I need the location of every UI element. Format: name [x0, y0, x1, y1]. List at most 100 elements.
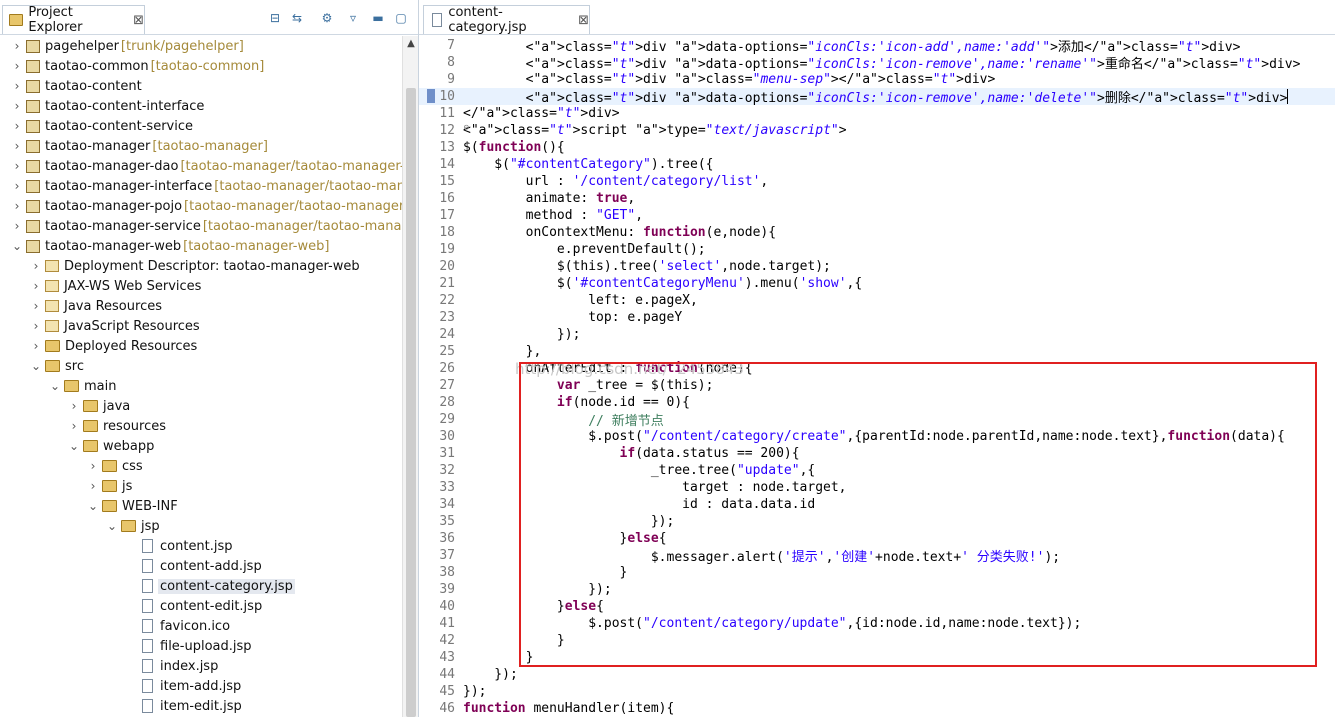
- tree-item[interactable]: ⌄folder WEB-INF: [86, 496, 180, 516]
- code-line[interactable]: 22 left: e.pageX,: [419, 292, 1335, 309]
- scrollbar-thumb[interactable]: [406, 88, 416, 717]
- editor-tab-content-category[interactable]: content-category.jsp ⊠: [423, 5, 590, 35]
- chevron-right-icon[interactable]: ›: [10, 99, 24, 113]
- code-line[interactable]: 30 $.post("/content/category/create",{pa…: [419, 428, 1335, 445]
- code-line[interactable]: 13 $(function(){: [419, 139, 1335, 156]
- chevron-right-icon[interactable]: ›: [10, 199, 24, 213]
- code-line[interactable]: 12 ⊖ <"a">class="t">script "a">type="text/…: [419, 122, 1335, 139]
- close-icon[interactable]: ⊠: [578, 13, 589, 28]
- chevron-right-icon[interactable]: ›: [67, 419, 81, 433]
- tree-item[interactable]: ›folder resources: [67, 416, 168, 436]
- link-with-editor-icon[interactable]: ⇆: [290, 11, 304, 25]
- tree-item[interactable]: ›pkg Java Resources: [29, 296, 164, 316]
- chevron-down-icon[interactable]: ⌄: [10, 239, 24, 253]
- code-line[interactable]: 45});: [419, 683, 1335, 700]
- code-line[interactable]: 20 $(this).tree('select',node.target);: [419, 258, 1335, 275]
- view-menu-icon[interactable]: ▿: [346, 11, 360, 25]
- tree-item[interactable]: ⌄folder main: [48, 376, 118, 396]
- tree-item[interactable]: ›folder Deployed Resources: [29, 336, 199, 356]
- chevron-right-icon[interactable]: ›: [29, 259, 43, 273]
- tree-item[interactable]: ⌄folder webapp: [67, 436, 156, 456]
- chevron-down-icon[interactable]: ⌄: [67, 439, 81, 453]
- tree-item[interactable]: file content-edit.jsp: [124, 596, 264, 616]
- chevron-down-icon[interactable]: ⌄: [105, 519, 119, 533]
- code-line[interactable]: 37 $.messager.alert('提示','创建'+node.text+…: [419, 547, 1335, 565]
- code-line[interactable]: 42 }: [419, 632, 1335, 649]
- tree-item[interactable]: ⌄project taotao-manager-web [taotao-manag…: [10, 236, 329, 256]
- code-line[interactable]: 38 }: [419, 564, 1335, 581]
- project-explorer-tab[interactable]: Project Explorer ⊠: [2, 5, 145, 35]
- code-line[interactable]: 33 target : node.target,: [419, 479, 1335, 496]
- code-line[interactable]: 46 function menuHandler(item){: [419, 700, 1335, 717]
- chevron-right-icon[interactable]: ›: [10, 39, 24, 53]
- code-line[interactable]: 8 <"a">class="t">div "a">data-options="i…: [419, 54, 1335, 72]
- tree-item[interactable]: file content-category.jsp: [124, 576, 295, 596]
- tree-item[interactable]: ›pkg Deployment Descriptor: taotao-manage…: [29, 256, 362, 276]
- tree-item[interactable]: ›project taotao-manager-interface [taotao…: [10, 176, 402, 196]
- code-line[interactable]: 41 $.post("/content/category/update",{id…: [419, 615, 1335, 632]
- code-line[interactable]: 25 },: [419, 343, 1335, 360]
- filters-icon[interactable]: ⚙: [320, 11, 334, 25]
- tree-item[interactable]: ›project taotao-manager-dao [taotao-manag…: [10, 156, 402, 176]
- code-line[interactable]: 21 $('#contentCategoryMenu').menu('show'…: [419, 275, 1335, 292]
- chevron-right-icon[interactable]: ›: [10, 179, 24, 193]
- chevron-down-icon[interactable]: ⌄: [86, 499, 100, 513]
- fold-toggle-icon[interactable]: ⊖: [464, 123, 469, 133]
- tree-item[interactable]: ›pkg JavaScript Resources: [29, 316, 202, 336]
- code-line[interactable]: 16 animate: true,: [419, 190, 1335, 207]
- chevron-right-icon[interactable]: ›: [10, 59, 24, 73]
- chevron-right-icon[interactable]: ›: [10, 219, 24, 233]
- chevron-right-icon[interactable]: ›: [10, 79, 24, 93]
- tree-item[interactable]: ⌄folder src: [29, 356, 86, 376]
- tree-item[interactable]: ›folder js: [86, 476, 134, 496]
- tree-item[interactable]: ›project taotao-manager [taotao-manager]: [10, 136, 268, 156]
- tree-item[interactable]: file item-edit.jsp: [124, 696, 244, 716]
- minimize-icon[interactable]: ▬: [371, 11, 385, 25]
- code-line[interactable]: 44 });: [419, 666, 1335, 683]
- code-line[interactable]: 43 }: [419, 649, 1335, 666]
- tree-item[interactable]: ›project taotao-manager-pojo [taotao-mana…: [10, 196, 402, 216]
- code-line[interactable]: 39 });: [419, 581, 1335, 598]
- scroll-up-icon[interactable]: ▲: [403, 36, 418, 52]
- code-line[interactable]: 29 // 新增节点: [419, 411, 1335, 429]
- close-icon[interactable]: ⊠: [133, 13, 144, 28]
- code-line[interactable]: 7 <"a">class="t">div "a">data-options="i…: [419, 37, 1335, 55]
- code-line[interactable]: 17 method : "GET",: [419, 207, 1335, 224]
- tree-item[interactable]: file index.jsp: [124, 656, 220, 676]
- tree-item[interactable]: ›project taotao-common [taotao-common]: [10, 56, 265, 76]
- code-line[interactable]: 27 var _tree = $(this);: [419, 377, 1335, 394]
- code-line[interactable]: 9 <"a">class="t">div "a">class="menu-sep…: [419, 71, 1335, 88]
- code-editor[interactable]: 7 <"a">class="t">div "a">data-options="i…: [419, 36, 1335, 717]
- code-line[interactable]: 36 }else{: [419, 530, 1335, 547]
- chevron-right-icon[interactable]: ›: [29, 339, 43, 353]
- code-line[interactable]: 24 });: [419, 326, 1335, 343]
- chevron-right-icon[interactable]: ›: [10, 159, 24, 173]
- code-line[interactable]: 32 _tree.tree("update",{: [419, 462, 1335, 479]
- code-line[interactable]: 15 url : '/content/category/list',: [419, 173, 1335, 190]
- tree-item[interactable]: ›project taotao-content-interface: [10, 96, 206, 116]
- code-line[interactable]: 11 </"a">class="t">div>: [419, 105, 1335, 122]
- chevron-right-icon[interactable]: ›: [10, 119, 24, 133]
- tree-item[interactable]: ›project taotao-content: [10, 76, 144, 96]
- tree-item[interactable]: file favicon.ico: [124, 616, 232, 636]
- chevron-right-icon[interactable]: ›: [29, 279, 43, 293]
- tree-item[interactable]: ›project taotao-manager-service [taotao-m…: [10, 216, 402, 236]
- code-line[interactable]: 26 onAfterEdit : function(node){: [419, 360, 1335, 377]
- tree-item[interactable]: file file-upload.jsp: [124, 636, 254, 656]
- code-line[interactable]: 35 });: [419, 513, 1335, 530]
- code-line[interactable]: 14 $("#contentCategory").tree({: [419, 156, 1335, 173]
- code-line[interactable]: 10 <"a">class="t">div "a">data-options="…: [419, 88, 1335, 106]
- chevron-down-icon[interactable]: ⌄: [48, 379, 62, 393]
- tree-item[interactable]: ›project taotao-content-service: [10, 116, 195, 136]
- code-line[interactable]: 31 if(data.status == 200){: [419, 445, 1335, 462]
- chevron-right-icon[interactable]: ›: [86, 479, 100, 493]
- tree-item[interactable]: ›project pagehelper [trunk/pagehelper]: [10, 36, 244, 56]
- tree-item[interactable]: file content-add.jsp: [124, 556, 264, 576]
- tree-item[interactable]: ›folder css: [86, 456, 145, 476]
- collapse-all-icon[interactable]: ⊟: [268, 11, 282, 25]
- chevron-right-icon[interactable]: ›: [10, 139, 24, 153]
- chevron-right-icon[interactable]: ›: [29, 319, 43, 333]
- tree-scrollbar[interactable]: ▲: [402, 36, 418, 717]
- tree-item[interactable]: ›pkg JAX-WS Web Services: [29, 276, 203, 296]
- chevron-right-icon[interactable]: ›: [67, 399, 81, 413]
